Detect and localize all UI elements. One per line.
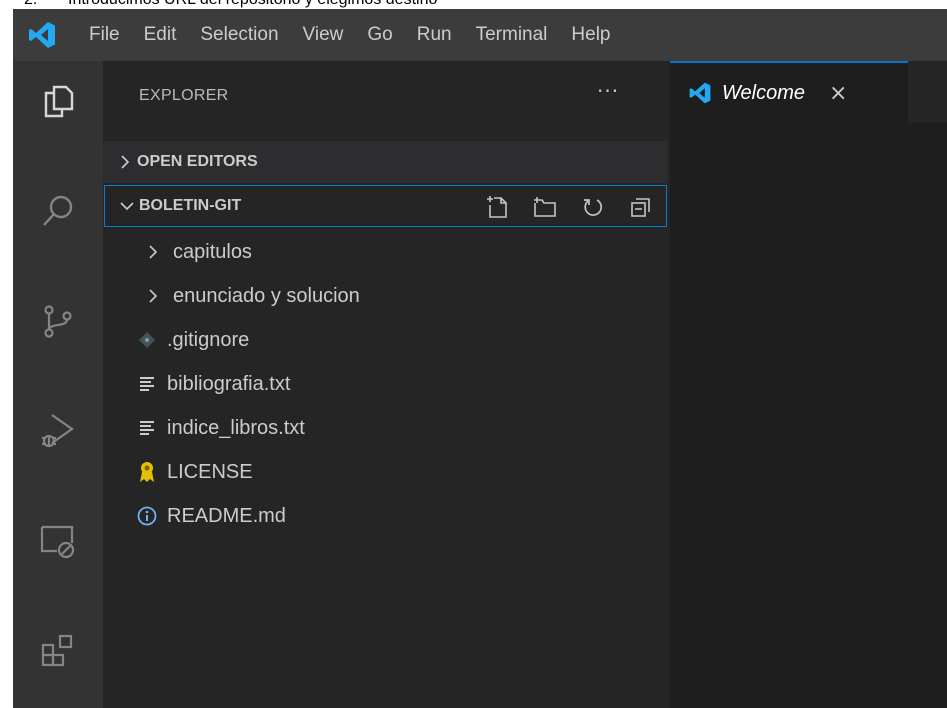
menu-run[interactable]: Run [405,9,464,61]
menu-view[interactable]: View [291,9,356,61]
vscode-tab-icon [688,81,712,105]
chevron-down-icon [115,200,139,212]
menu-bar: File Edit Selection View Go Run Terminal… [13,9,947,61]
explorer-sidebar: EXPLORER ··· OPEN EDITORS BOLETIN-GIT ca… [103,61,670,708]
caption-number: 2. [24,0,68,9]
chevron-right-icon [139,288,167,304]
menu-edit[interactable]: Edit [132,9,189,61]
git-file-icon [133,331,161,349]
editor-area[interactable] [670,123,947,708]
tree-file-readme[interactable]: README.md [103,494,668,538]
tab-label: Welcome [722,81,805,104]
text-file-icon [133,419,161,437]
tree-item-label: .gitignore [167,328,250,351]
explorer-icon[interactable] [13,61,103,141]
editor-tabs-bar: Welcome × [670,61,947,123]
open-editors-label: OPEN EDITORS [137,153,258,170]
project-folder-label: BOLETIN-GIT [139,197,242,214]
extensions-icon[interactable] [13,611,103,691]
tree-item-label: indice_libros.txt [167,416,305,439]
run-debug-icon[interactable] [13,391,103,471]
tree-item-label: README.md [167,504,286,527]
source-control-icon[interactable] [13,281,103,361]
menu-file[interactable]: File [71,9,132,61]
text-file-icon [133,375,161,393]
tree-item-label: bibliografia.txt [167,372,291,395]
document-caption: 2.Introducimos URL del repositorio y ele… [0,0,947,9]
tree-file-gitignore[interactable]: .gitignore [103,318,668,362]
info-icon [133,506,161,526]
project-folder-section[interactable]: BOLETIN-GIT [104,185,667,227]
menu-selection[interactable]: Selection [188,9,290,61]
tree-file-bibliografia[interactable]: bibliografia.txt [103,362,668,406]
vscode-window: File Edit Selection View Go Run Terminal… [13,9,947,708]
tree-file-license[interactable]: LICENSE [103,450,668,494]
tree-item-label: enunciado y solucion [173,284,360,307]
explorer-title: EXPLORER [139,87,229,104]
tree-item-label: LICENSE [167,460,253,483]
search-icon[interactable] [13,171,103,251]
remote-explorer-icon[interactable] [13,501,103,581]
refresh-icon[interactable] [580,194,606,220]
tree-folder-capitulos[interactable]: capitulos [103,230,668,274]
menu-help[interactable]: Help [559,9,622,61]
new-file-icon[interactable] [484,194,510,220]
license-icon [133,461,161,483]
chevron-right-icon [113,155,137,169]
new-folder-icon[interactable] [532,194,558,220]
menu-terminal[interactable]: Terminal [464,9,560,61]
tree-item-label: capitulos [173,240,252,263]
activity-bar [13,61,103,708]
vscode-logo-icon[interactable] [13,9,71,61]
open-editors-section[interactable]: OPEN EDITORS [103,141,668,183]
close-icon[interactable]: × [829,81,847,106]
menu-go[interactable]: Go [355,9,404,61]
explorer-header: EXPLORER ··· [103,61,670,141]
tree-file-indice[interactable]: indice_libros.txt [103,406,668,450]
chevron-right-icon [139,244,167,260]
caption-text: Introducimos URL del repositorio y elegi… [68,0,437,8]
more-actions-button[interactable]: ··· [597,79,619,103]
tab-welcome[interactable]: Welcome × [670,61,908,123]
tree-folder-enunciado[interactable]: enunciado y solucion [103,274,668,318]
section-actions [484,194,654,220]
collapse-all-icon[interactable] [628,194,654,220]
